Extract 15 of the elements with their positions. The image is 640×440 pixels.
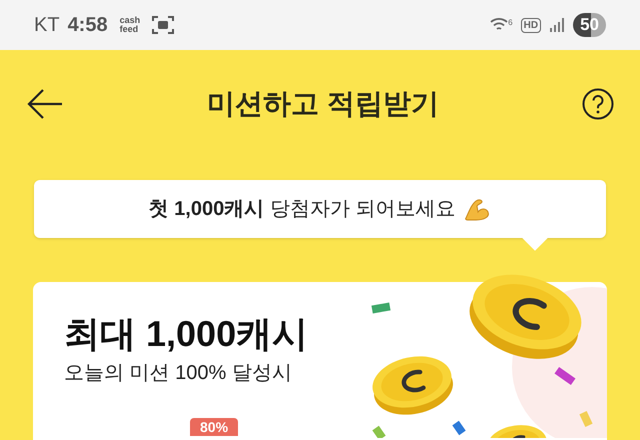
- logo-text: feed: [120, 25, 140, 34]
- bubble-text: 첫 1,000캐시 당첨자가 되어보세요: [148, 197, 456, 222]
- help-icon[interactable]: [582, 88, 614, 120]
- carrier-label: KT: [34, 13, 60, 38]
- reward-title: 최대 1,000캐시: [64, 312, 310, 356]
- page-title: 미션하고 적립받기: [207, 87, 439, 121]
- logo-text: cash: [120, 16, 140, 25]
- hd-badge: HD: [520, 18, 542, 32]
- percent-badge: 80%: [190, 418, 238, 436]
- battery-indicator: 50: [573, 13, 606, 37]
- signal-icon: [549, 17, 566, 33]
- screenshot-icon: [152, 15, 174, 35]
- reward-subtitle: 오늘의 미션 100% 달성시: [64, 361, 293, 386]
- clock-time: 4:58: [68, 13, 108, 38]
- back-arrow-icon[interactable]: [26, 88, 64, 120]
